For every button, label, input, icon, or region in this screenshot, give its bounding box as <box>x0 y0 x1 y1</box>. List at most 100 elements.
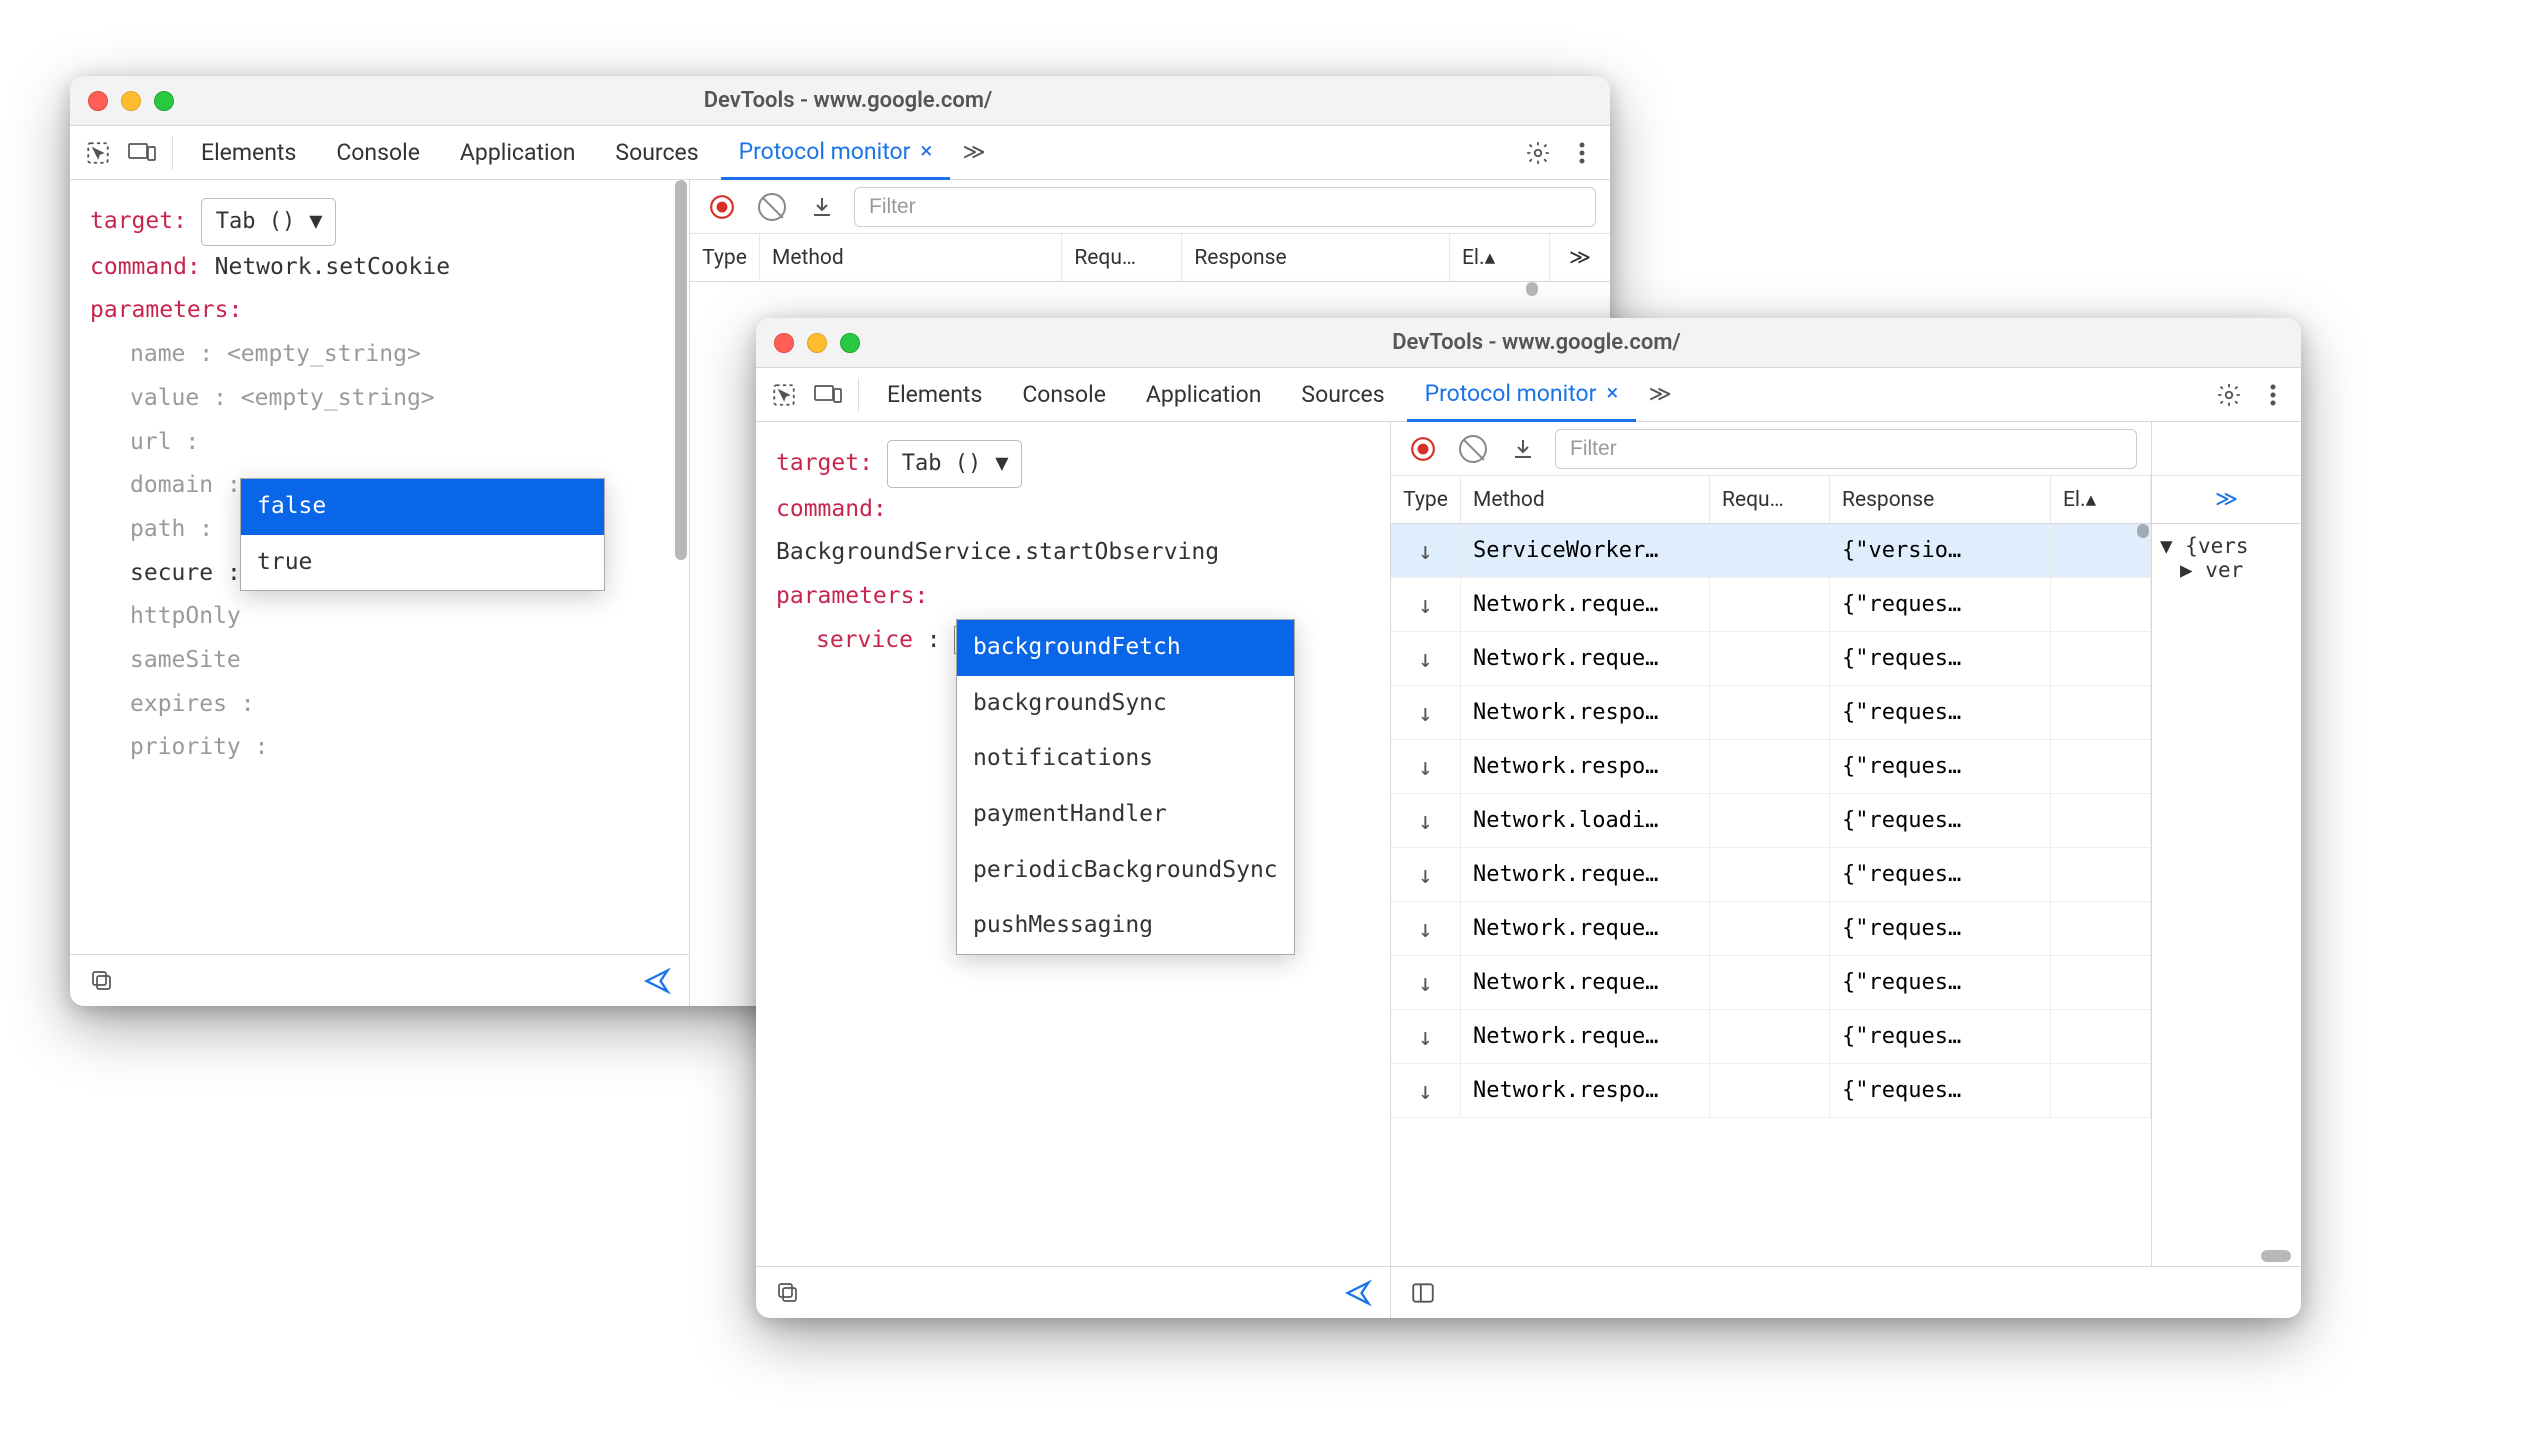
col-request[interactable]: Requ… <box>1062 234 1182 281</box>
param-key[interactable]: sameSite <box>130 647 241 673</box>
inspect-icon[interactable] <box>764 375 804 415</box>
tab-application[interactable]: Application <box>442 126 594 180</box>
more-tabs-icon[interactable]: ≫ <box>1640 375 1680 415</box>
table-row[interactable]: ↓Network.reque…{"reques… <box>1391 848 2151 902</box>
tab-elements[interactable]: Elements <box>869 368 1000 422</box>
gear-icon[interactable] <box>1518 133 1558 173</box>
tab-protocol-monitor[interactable]: Protocol monitor × <box>1407 368 1637 422</box>
record-icon[interactable] <box>704 189 740 225</box>
cell-request <box>1710 686 1830 739</box>
param-key[interactable]: expires <box>130 691 227 717</box>
json-child[interactable]: ver <box>2205 558 2243 582</box>
table-row[interactable]: ↓Network.reque…{"reques… <box>1391 632 2151 686</box>
dropdown-option[interactable]: paymentHandler <box>957 787 1294 843</box>
send-icon[interactable] <box>639 963 675 999</box>
send-icon[interactable] <box>1340 1275 1376 1311</box>
tab-console[interactable]: Console <box>1004 368 1124 422</box>
kebab-icon[interactable] <box>1562 133 1602 173</box>
editor-area[interactable]: target: Tab () ▼ command: BackgroundServ… <box>756 422 1390 1266</box>
dropdown-option[interactable]: periodicBackgroundSync <box>957 843 1294 899</box>
copy-icon[interactable] <box>84 963 120 999</box>
scrollbar-thumb[interactable] <box>1526 282 1538 296</box>
target-select[interactable]: Tab () ▼ <box>887 440 1022 488</box>
col-type[interactable]: Type <box>1391 476 1461 523</box>
table-row[interactable]: ↓Network.reque…{"reques… <box>1391 956 2151 1010</box>
dropdown-option[interactable]: notifications <box>957 731 1294 787</box>
tab-protocol-monitor[interactable]: Protocol monitor × <box>721 126 951 180</box>
clear-icon[interactable] <box>754 189 790 225</box>
table-row[interactable]: ↓Network.reque…{"reques… <box>1391 1010 2151 1064</box>
target-select[interactable]: Tab () ▼ <box>201 198 336 246</box>
inspect-icon[interactable] <box>78 133 118 173</box>
table-row[interactable]: ↓ServiceWorker…{"versio… <box>1391 524 2151 578</box>
col-response[interactable]: Response <box>1830 476 2051 523</box>
tab-sources[interactable]: Sources <box>1283 368 1402 422</box>
filter-input[interactable] <box>1555 429 2137 469</box>
param-val[interactable]: <empty_string> <box>241 385 435 411</box>
autocomplete-dropdown[interactable]: false true <box>240 478 605 591</box>
dropdown-option[interactable]: backgroundFetch <box>957 620 1294 676</box>
filter-input[interactable] <box>854 187 1596 227</box>
download-icon[interactable] <box>804 189 840 225</box>
command-value[interactable]: BackgroundService.startObserving <box>776 539 1219 565</box>
table-row[interactable]: ↓Network.reque…{"reques… <box>1391 578 2151 632</box>
param-key[interactable]: value <box>130 385 199 411</box>
col-method[interactable]: Method <box>1461 476 1710 523</box>
editor-area[interactable]: target: Tab () ▼ command: Network.setCoo… <box>70 180 689 954</box>
copy-icon[interactable] <box>770 1275 806 1311</box>
close-tab-icon[interactable]: × <box>920 139 932 164</box>
param-key[interactable]: name <box>130 341 185 367</box>
col-elapsed[interactable]: El.▴ <box>1450 234 1550 281</box>
param-key[interactable]: url <box>130 429 172 455</box>
clear-icon[interactable] <box>1455 431 1491 467</box>
param-key[interactable]: domain <box>130 472 213 498</box>
dropdown-option[interactable]: true <box>241 535 604 591</box>
close-tab-icon[interactable]: × <box>1606 381 1618 406</box>
col-method[interactable]: Method <box>760 234 1062 281</box>
param-key[interactable]: path <box>130 516 185 542</box>
cell-response: {"reques… <box>1830 902 2051 955</box>
param-key[interactable]: httpOnly <box>130 603 241 629</box>
toggle-side-pane-icon[interactable] <box>1405 1275 1441 1311</box>
table-row[interactable]: ↓Network.respo…{"reques… <box>1391 686 2151 740</box>
table-row[interactable]: ↓Network.loadi…{"reques… <box>1391 794 2151 848</box>
param-val[interactable]: <empty_string> <box>227 341 421 367</box>
more-tabs-icon[interactable]: ≫ <box>954 133 994 173</box>
device-icon[interactable] <box>808 375 848 415</box>
scrollbar-thumb[interactable] <box>2137 524 2149 538</box>
side-more-tabs[interactable]: ≫ <box>2152 476 2301 524</box>
dropdown-option[interactable]: false <box>241 479 604 535</box>
col-request[interactable]: Requ… <box>1710 476 1830 523</box>
param-key[interactable]: service <box>816 627 913 653</box>
col-more[interactable]: ≫ <box>1550 234 1610 281</box>
table-row[interactable]: ↓Network.reque…{"reques… <box>1391 902 2151 956</box>
download-icon[interactable] <box>1505 431 1541 467</box>
dropdown-option[interactable]: backgroundSync <box>957 676 1294 732</box>
json-root[interactable]: {vers <box>2185 534 2248 558</box>
command-value[interactable]: Network.setCookie <box>215 254 450 280</box>
device-icon[interactable] <box>122 133 162 173</box>
tab-console[interactable]: Console <box>318 126 438 180</box>
record-icon[interactable] <box>1405 431 1441 467</box>
details-side-pane: ≫ ▼ {vers ▶ ver <box>2151 422 2301 1266</box>
col-elapsed[interactable]: El.▴ <box>2051 476 2151 523</box>
tab-elements[interactable]: Elements <box>183 126 314 180</box>
cell-method: Network.respo… <box>1461 740 1710 793</box>
col-type[interactable]: Type <box>690 234 760 281</box>
tab-application[interactable]: Application <box>1128 368 1280 422</box>
side-content[interactable]: ▼ {vers ▶ ver <box>2152 524 2301 1246</box>
scrollbar-thumb[interactable] <box>675 180 687 560</box>
autocomplete-dropdown[interactable]: backgroundFetch backgroundSync notificat… <box>956 619 1295 955</box>
param-key[interactable]: secure <box>130 560 213 586</box>
col-response[interactable]: Response <box>1182 234 1450 281</box>
gear-icon[interactable] <box>2209 375 2249 415</box>
table-row[interactable]: ↓Network.respo…{"reques… <box>1391 1064 2151 1118</box>
tab-sources[interactable]: Sources <box>597 126 716 180</box>
table-row[interactable]: ↓Network.respo…{"reques… <box>1391 740 2151 794</box>
cell-request <box>1710 740 1830 793</box>
scrollbar-thumb-h[interactable] <box>2261 1250 2291 1262</box>
param-key[interactable]: priority <box>130 734 241 760</box>
cell-elapsed <box>2051 578 2151 631</box>
dropdown-option[interactable]: pushMessaging <box>957 898 1294 954</box>
kebab-icon[interactable] <box>2253 375 2293 415</box>
